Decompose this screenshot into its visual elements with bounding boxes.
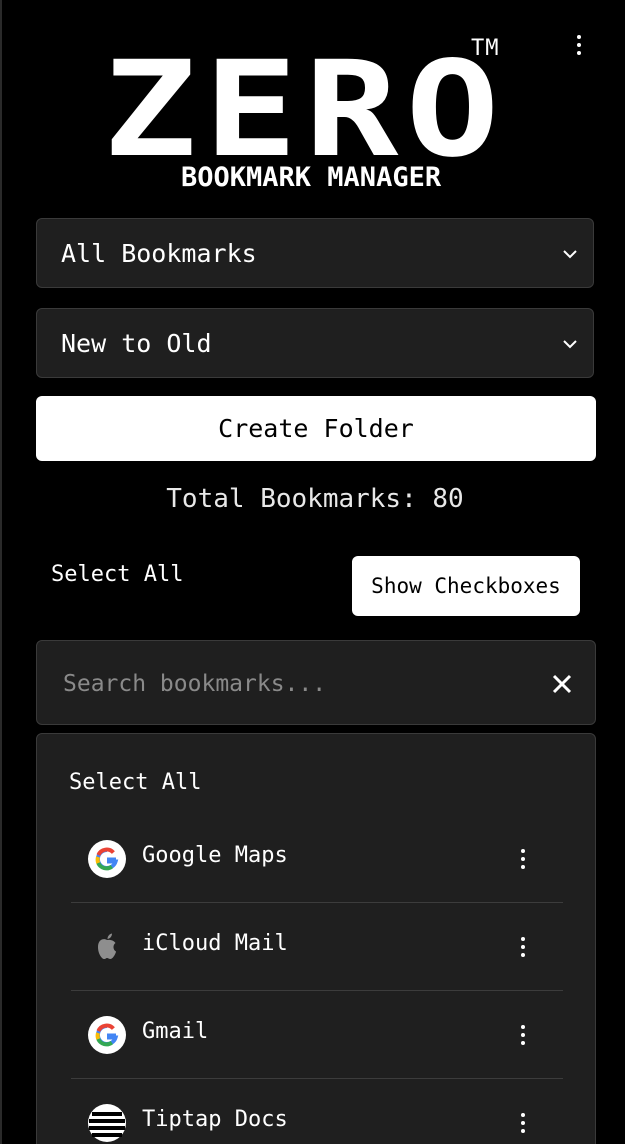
- more-options-icon[interactable]: [511, 933, 535, 961]
- left-edge-divider: [0, 0, 2, 1144]
- chevron-down-icon: [563, 340, 577, 349]
- bookmark-label: iCloud Mail: [142, 931, 288, 956]
- create-folder-button[interactable]: Create Folder: [36, 396, 596, 461]
- folder-select-value: All Bookmarks: [61, 238, 257, 268]
- logo-subtitle: BOOKMARK MANAGER: [181, 162, 442, 193]
- logo-title: ZERO: [103, 33, 507, 187]
- bookmark-label: Google Maps: [142, 843, 288, 868]
- apple-icon: [98, 933, 116, 959]
- more-options-icon[interactable]: [511, 1021, 535, 1049]
- more-options-icon[interactable]: [511, 845, 535, 873]
- total-bookmarks-count: Total Bookmarks: 80: [166, 484, 464, 514]
- folder-select[interactable]: All Bookmarks: [36, 218, 594, 288]
- chevron-down-icon: [563, 250, 577, 259]
- close-icon[interactable]: [551, 673, 573, 695]
- list-select-all[interactable]: Select All: [69, 770, 201, 795]
- select-all-link[interactable]: Select All: [51, 562, 183, 587]
- list-item[interactable]: iCloud Mail: [71, 903, 563, 991]
- google-icon: [88, 840, 126, 878]
- bookmark-list: Select All Google Maps iCloud Mail Gmail…: [36, 733, 596, 1144]
- logo-trademark: TM: [471, 36, 500, 61]
- list-item[interactable]: Tiptap Docs: [71, 1079, 563, 1144]
- search-container: [36, 640, 596, 725]
- more-options-icon[interactable]: [511, 1109, 535, 1137]
- tiptap-icon: [88, 1104, 126, 1142]
- google-icon: [88, 1016, 126, 1054]
- list-item[interactable]: Google Maps: [71, 815, 563, 903]
- search-input[interactable]: [61, 665, 525, 703]
- logo: ZERO TM BOOKMARK MANAGER: [103, 36, 513, 196]
- bookmark-label: Tiptap Docs: [142, 1107, 288, 1132]
- sort-select[interactable]: New to Old: [36, 308, 594, 378]
- bookmark-label: Gmail: [142, 1019, 209, 1044]
- sort-select-value: New to Old: [61, 328, 212, 358]
- more-menu-icon[interactable]: [566, 30, 592, 60]
- show-checkboxes-button[interactable]: Show Checkboxes: [352, 556, 580, 616]
- list-item[interactable]: Gmail: [71, 991, 563, 1079]
